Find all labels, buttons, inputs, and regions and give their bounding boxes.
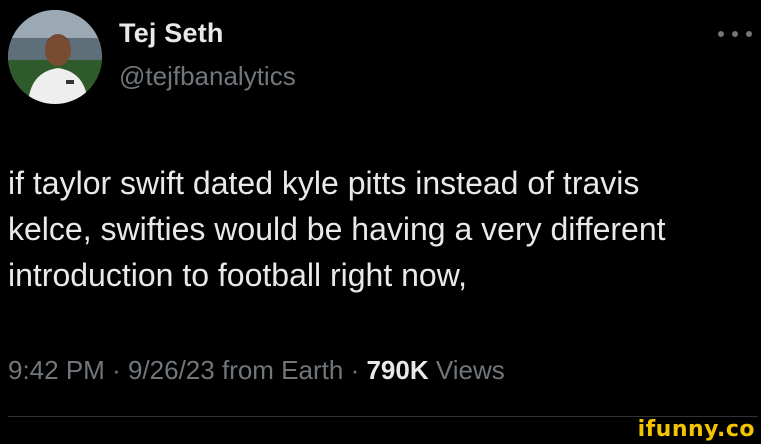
tweet-source: from Earth bbox=[221, 355, 344, 385]
tweet-time[interactable]: 9:42 PM bbox=[8, 355, 105, 385]
ifunny-watermark: ifunny.co bbox=[637, 417, 755, 442]
more-horizontal-icon-dot bbox=[732, 31, 738, 37]
avatar-photo bbox=[8, 10, 102, 104]
tweet-date[interactable]: 9/26/23 bbox=[128, 355, 215, 385]
separator-dot: · bbox=[112, 355, 121, 385]
tweet-metadata: 9:42 PM · 9/26/23 from Earth · 790K View… bbox=[8, 355, 505, 386]
user-handle[interactable]: @tejfbanalytics bbox=[119, 61, 296, 92]
more-options-button[interactable] bbox=[718, 22, 752, 46]
display-name[interactable]: Tej Seth bbox=[119, 18, 224, 49]
more-horizontal-icon-dot bbox=[718, 31, 724, 37]
more-horizontal-icon-dot bbox=[746, 31, 752, 37]
views-count[interactable]: 790K bbox=[366, 355, 428, 385]
tweet-text: if taylor swift dated kyle pitts instead… bbox=[8, 165, 666, 293]
views-label: Views bbox=[435, 355, 505, 385]
avatar[interactable] bbox=[8, 10, 102, 104]
separator-dot: · bbox=[350, 355, 360, 385]
